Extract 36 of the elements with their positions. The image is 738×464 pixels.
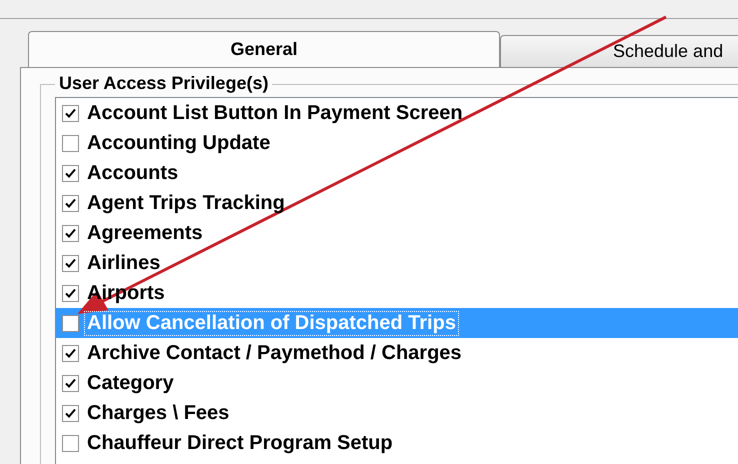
list-item[interactable]: Accounts [56, 158, 738, 188]
privilege-label: Chauffeur Direct Program Setup [86, 432, 394, 454]
checkbox[interactable] [62, 314, 79, 332]
checkbox[interactable] [62, 374, 79, 392]
privilege-label: Charges \ Fees [86, 402, 230, 424]
checkbox[interactable] [62, 284, 79, 302]
privilege-label: Agent Trips Tracking [86, 192, 286, 214]
list-item[interactable]: Charges \ Fees [56, 398, 738, 428]
list-item[interactable]: Airlines [56, 248, 738, 278]
list-item[interactable]: Agreements [56, 218, 738, 248]
checkbox[interactable] [62, 404, 79, 422]
checkbox[interactable] [62, 434, 79, 452]
checkbox[interactable] [62, 254, 79, 272]
tab[interactable]: Schedule and [500, 35, 738, 67]
privilege-label: Accounts [86, 162, 180, 184]
privilege-label: Airlines [86, 252, 162, 274]
privilege-label: Allow Cancellation of Dispatched Trips [85, 312, 458, 334]
list-item[interactable]: Account List Button In Payment Screen [56, 98, 738, 128]
list-item[interactable]: Category [56, 368, 738, 398]
checkbox[interactable] [62, 224, 79, 242]
checkbox[interactable] [62, 194, 79, 212]
checkbox[interactable] [62, 104, 79, 122]
privilege-label: Archive Contact / Paymethod / Charges [86, 342, 463, 364]
privilege-label: Account List Button In Payment Screen [86, 102, 464, 124]
privilege-label: Category [86, 372, 175, 394]
list-item[interactable]: Archive Contact / Paymethod / Charges [56, 338, 738, 368]
group-title: User Access Privilege(s) [55, 73, 272, 94]
checkbox[interactable] [62, 164, 79, 182]
checkbox[interactable] [62, 344, 79, 362]
privilege-label: Accounting Update [86, 132, 272, 154]
tab[interactable]: General [28, 31, 500, 67]
privilege-label: Agreements [86, 222, 204, 244]
checkbox[interactable] [62, 134, 79, 152]
list-item[interactable]: Chauffeur Direct Program Setup [56, 428, 738, 458]
list-item[interactable]: Accounting Update [56, 128, 738, 158]
list-item[interactable]: Agent Trips Tracking [56, 188, 738, 218]
